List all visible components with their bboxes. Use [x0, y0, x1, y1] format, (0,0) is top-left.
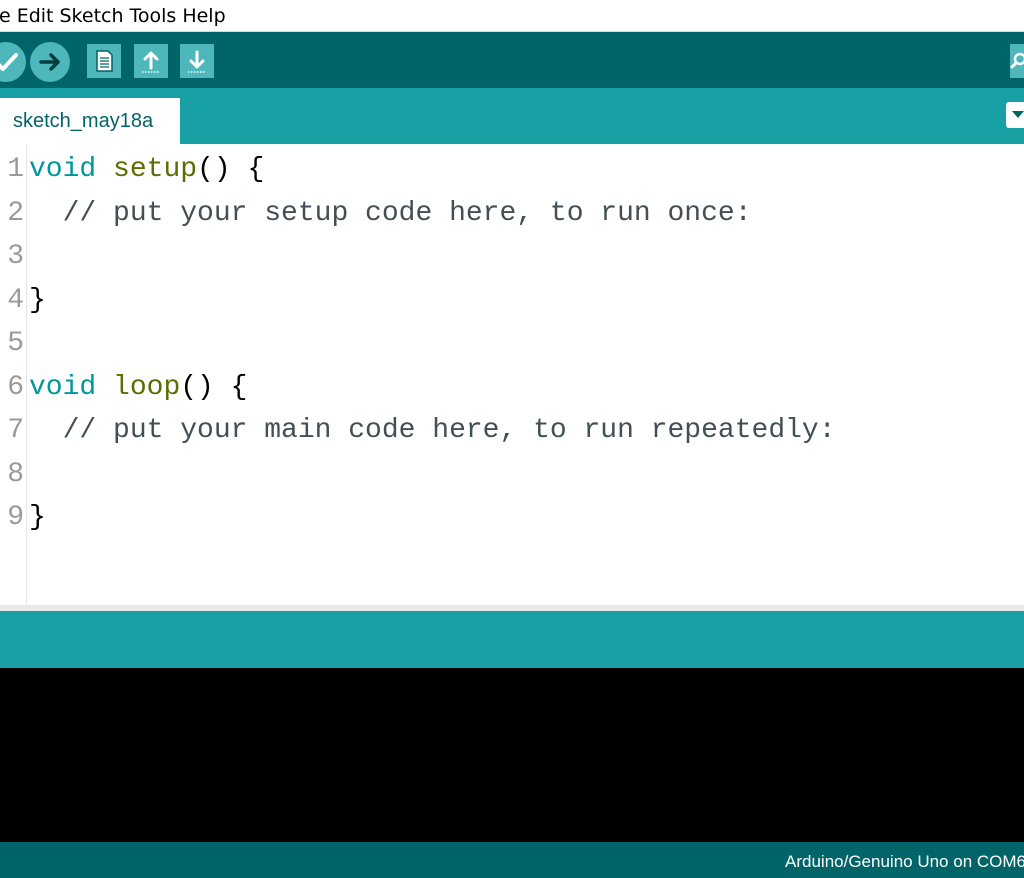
tab-bar: sketch_may18a: [0, 88, 1024, 144]
line-number: 8: [7, 459, 24, 490]
arrow-right-icon: [39, 53, 60, 71]
code-line: }: [29, 279, 46, 323]
code-line: }: [29, 496, 46, 540]
line-number-gutter: 1 2 3 4 5 6 7 8 9: [0, 144, 27, 605]
code-editor[interactable]: 1 2 3 4 5 6 7 8 9 void setup() { // put …: [0, 144, 1024, 605]
line-number: 6: [7, 372, 24, 403]
menu-bar: e Edit Sketch Tools Help: [0, 0, 1024, 32]
tab-menu-button[interactable]: [1006, 102, 1024, 128]
chevron-down-icon: [1012, 111, 1024, 118]
menu-tools[interactable]: Tools: [130, 0, 177, 32]
punctuation-token: }: [29, 502, 46, 533]
document-icon: [96, 50, 113, 72]
serial-monitor-button[interactable]: [1010, 44, 1024, 78]
status-bar: Arduino/Genuino Uno on COM6: [0, 842, 1024, 878]
magnifier-icon: [1010, 52, 1024, 69]
keyword-token: void: [29, 372, 97, 403]
punctuation-token: () {: [197, 154, 265, 185]
upload-button[interactable]: [30, 42, 70, 82]
toolbar: [0, 32, 1024, 88]
code-line: void loop() {: [29, 366, 247, 410]
menu-file[interactable]: e: [0, 0, 11, 32]
line-number: 2: [7, 198, 24, 229]
function-token: setup: [113, 154, 198, 185]
line-number: 9: [7, 502, 24, 533]
line-number: 1: [7, 154, 24, 185]
save-button[interactable]: [180, 44, 214, 78]
code-line: // put your setup code here, to run once…: [29, 192, 752, 236]
board-status: Arduino/Genuino Uno on COM6: [785, 852, 1024, 871]
code-line: void setup() {: [29, 148, 264, 192]
code-line: // put your main code here, to run repea…: [29, 409, 836, 453]
menu-edit[interactable]: Edit: [17, 0, 54, 32]
punctuation-token: () {: [180, 372, 248, 403]
line-number: 5: [7, 328, 24, 359]
arrow-up-icon: [142, 51, 160, 73]
comment-token: // put your main code here, to run repea…: [62, 415, 836, 446]
menu-sketch[interactable]: Sketch: [60, 0, 124, 32]
line-number: 4: [7, 285, 24, 316]
check-icon: [0, 53, 18, 71]
verify-button[interactable]: [0, 42, 26, 82]
punctuation-token: }: [29, 285, 46, 316]
new-button[interactable]: [87, 44, 121, 78]
line-number: 3: [7, 241, 24, 272]
line-number: 7: [7, 415, 24, 446]
keyword-token: void: [29, 154, 97, 185]
comment-token: // put your setup code here, to run once…: [62, 198, 752, 229]
function-token: loop: [113, 372, 181, 403]
menu-help[interactable]: Help: [182, 0, 225, 32]
console-output: [0, 668, 1024, 842]
tab-sketch[interactable]: sketch_may18a: [0, 98, 180, 144]
arrow-down-icon: [188, 50, 206, 73]
message-bar: [0, 611, 1024, 668]
open-button[interactable]: [134, 44, 168, 78]
